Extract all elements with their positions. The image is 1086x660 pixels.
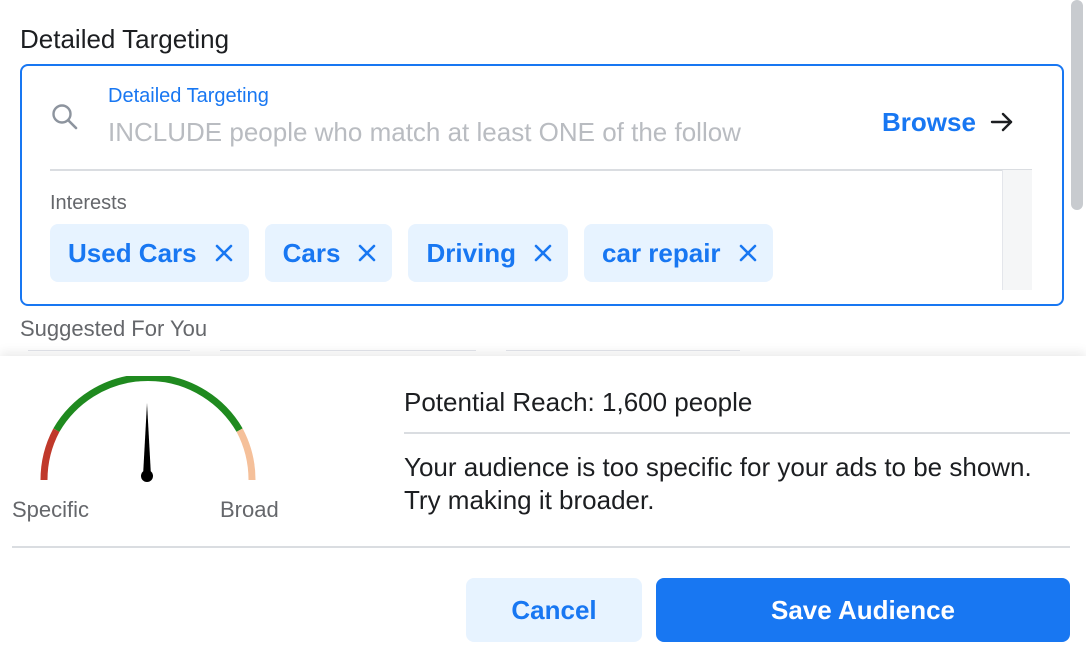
gauge-broad-label: Broad [220, 497, 279, 522]
detailed-targeting-box[interactable]: Detailed Targeting Browse Interests Used… [20, 64, 1064, 306]
close-icon[interactable] [534, 244, 552, 262]
interest-chip-label: Driving [426, 237, 517, 268]
interest-chip-label: Used Cars [68, 237, 197, 268]
gauge-low-segment [40, 428, 60, 481]
section-title: Detailed Targeting [20, 24, 230, 54]
interest-chip-driving: Driving [408, 224, 569, 282]
potential-reach-text: Potential Reach: 1,600 people [404, 387, 753, 417]
interest-chip-label: car repair [602, 237, 721, 268]
close-icon[interactable] [358, 244, 376, 262]
gauge-specific-label: Specific [12, 497, 90, 522]
audience-size-gauge [40, 376, 256, 482]
browse-label: Browse [882, 106, 976, 137]
cancel-button[interactable]: Cancel [466, 578, 642, 642]
suggestion-chip[interactable] [506, 350, 740, 354]
gauge-high-segment [236, 428, 256, 481]
page-scrollbar[interactable] [1071, 0, 1083, 210]
interest-chip-used-cars: Used Cars [50, 224, 249, 282]
interests-scrollbar[interactable] [1002, 170, 1032, 290]
panel-divider [12, 546, 1070, 548]
interest-chip-label: Cars [282, 237, 341, 268]
arrow-right-icon [990, 112, 1013, 132]
reach-divider [404, 432, 1070, 434]
interest-chips: Used Cars Cars Driving car repair [50, 224, 773, 282]
suggestion-chip[interactable] [28, 350, 190, 354]
suggested-for-you-label: Suggested For You [20, 316, 208, 341]
audience-warning-text: Your audience is too specific for your a… [404, 452, 1032, 515]
gauge-needle-hub [141, 470, 153, 482]
targeting-divider [50, 169, 1032, 171]
save-audience-button[interactable]: Save Audience [656, 578, 1070, 642]
detailed-targeting-search-input[interactable] [108, 114, 828, 150]
interest-chip-cars: Cars [264, 224, 393, 282]
interest-chip-car-repair: car repair [584, 224, 773, 282]
detailed-targeting-field-label: Detailed Targeting [108, 85, 269, 107]
close-icon[interactable] [215, 244, 233, 262]
search-icon [52, 104, 78, 130]
needle-icon [143, 403, 151, 476]
close-icon[interactable] [739, 244, 757, 262]
suggestion-chip[interactable] [220, 350, 476, 354]
interests-label: Interests [50, 192, 127, 214]
browse-button[interactable]: Browse [882, 104, 1014, 140]
audience-summary-panel: Specific Broad Potential Reach: 1,600 pe… [0, 356, 1086, 660]
